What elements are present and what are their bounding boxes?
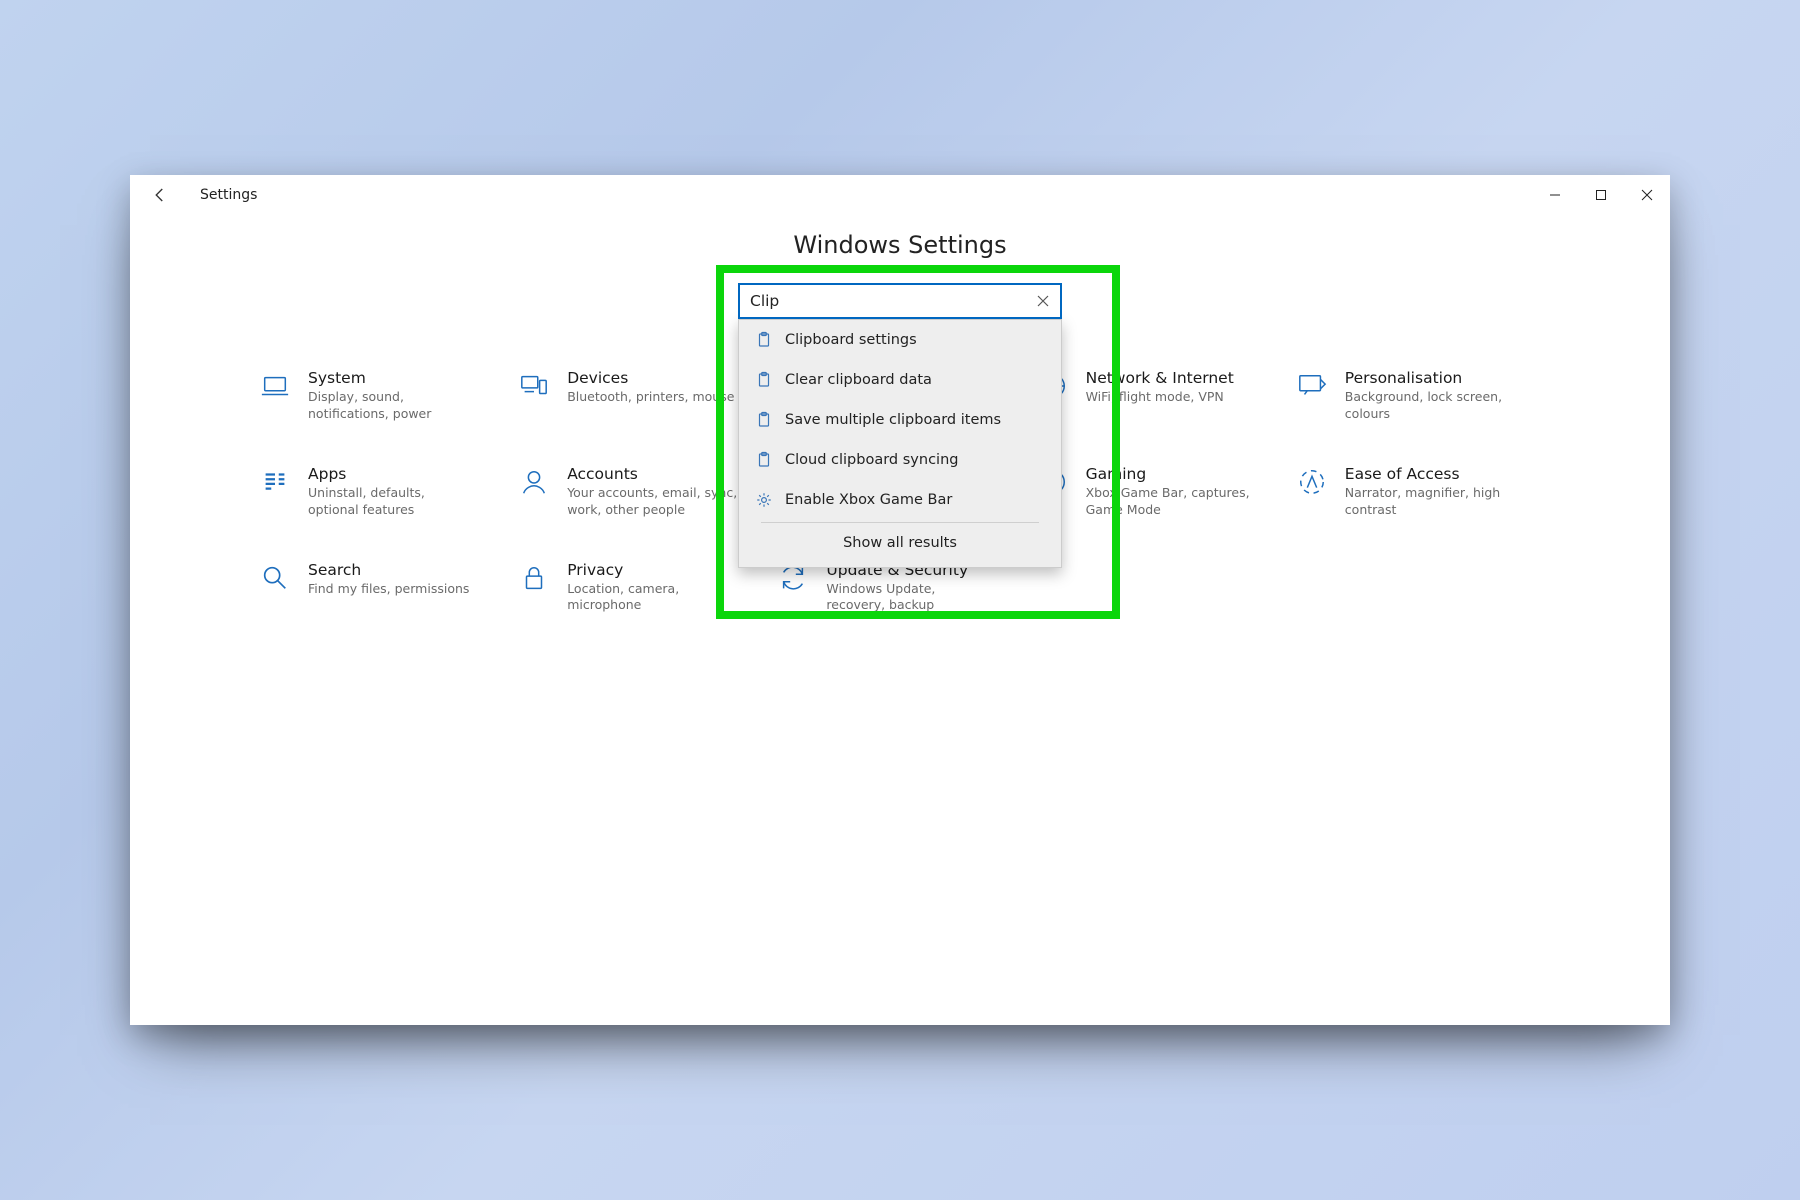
suggestion-item[interactable]: Save multiple clipboard items — [739, 400, 1061, 440]
category-desc: Find my files, permissions — [308, 581, 469, 598]
brush-icon — [1297, 371, 1327, 401]
category-search[interactable]: Search Find my files, permissions — [260, 561, 503, 615]
category-desc: Your accounts, email, sync, work, other … — [567, 485, 737, 519]
category-title: System — [308, 369, 478, 387]
suggestion-item[interactable]: Enable Xbox Game Bar — [739, 480, 1061, 520]
search-suggestions: Clipboard settings Clear clipboard data … — [738, 319, 1062, 568]
clear-search-button[interactable] — [1030, 288, 1056, 314]
category-personalisation[interactable]: Personalisation Background, lock screen,… — [1297, 369, 1540, 423]
window-controls — [1532, 175, 1670, 215]
category-desc: Location, camera, microphone — [567, 581, 737, 615]
show-all-results[interactable]: Show all results — [739, 523, 1061, 565]
category-desc: Bluetooth, printers, mouse — [567, 389, 734, 406]
search-input[interactable] — [738, 283, 1062, 319]
page-title: Windows Settings — [793, 231, 1006, 259]
back-button[interactable] — [144, 179, 176, 211]
suggestion-label: Clipboard settings — [785, 332, 917, 348]
category-apps[interactable]: Apps Uninstall, defaults, optional featu… — [260, 465, 503, 519]
category-title: Accounts — [567, 465, 737, 483]
suggestion-label: Cloud clipboard syncing — [785, 452, 958, 468]
category-desc: Windows Update, recovery, backup — [826, 581, 996, 615]
person-icon — [519, 467, 549, 497]
apps-icon — [260, 467, 290, 497]
clipboard-icon — [755, 411, 773, 429]
category-title: Network & Internet — [1086, 369, 1234, 387]
gear-icon — [755, 491, 773, 509]
category-system[interactable]: System Display, sound, notifications, po… — [260, 369, 503, 423]
lock-icon — [519, 563, 549, 593]
category-title: Search — [308, 561, 469, 579]
settings-window: Settings Windows Settings — [130, 175, 1670, 1025]
search-area: Clipboard settings Clear clipboard data … — [738, 283, 1062, 319]
category-gaming[interactable]: Gaming Xbox Game Bar, captures, Game Mod… — [1038, 465, 1281, 519]
category-title: Privacy — [567, 561, 737, 579]
category-desc: Display, sound, notifications, power — [308, 389, 478, 423]
magnifier-icon — [260, 563, 290, 593]
category-title: Ease of Access — [1345, 465, 1515, 483]
minimize-button[interactable] — [1532, 175, 1578, 215]
category-title: Gaming — [1086, 465, 1256, 483]
category-desc: Xbox Game Bar, captures, Game Mode — [1086, 485, 1256, 519]
category-desc: Uninstall, defaults, optional features — [308, 485, 478, 519]
suggestion-item[interactable]: Clipboard settings — [739, 320, 1061, 360]
suggestion-label: Clear clipboard data — [785, 372, 932, 388]
category-desc: WiFi, flight mode, VPN — [1086, 389, 1234, 406]
category-privacy[interactable]: Privacy Location, camera, microphone — [519, 561, 762, 615]
suggestion-label: Enable Xbox Game Bar — [785, 492, 952, 508]
category-network[interactable]: Network & Internet WiFi, flight mode, VP… — [1038, 369, 1281, 423]
category-title: Apps — [308, 465, 478, 483]
maximize-button[interactable] — [1578, 175, 1624, 215]
category-accounts[interactable]: Accounts Your accounts, email, sync, wor… — [519, 465, 762, 519]
close-button[interactable] — [1624, 175, 1670, 215]
category-ease-of-access[interactable]: Ease of Access Narrator, magnifier, high… — [1297, 465, 1540, 519]
suggestion-item[interactable]: Clear clipboard data — [739, 360, 1061, 400]
titlebar: Settings — [130, 175, 1670, 215]
content-area: Windows Settings Clipboard settings Clea… — [130, 215, 1670, 1025]
ease-icon — [1297, 467, 1327, 497]
category-title: Personalisation — [1345, 369, 1515, 387]
clipboard-icon — [755, 371, 773, 389]
category-title: Devices — [567, 369, 734, 387]
category-desc: Background, lock screen, colours — [1345, 389, 1515, 423]
category-update-security[interactable]: Update & Security Windows Update, recove… — [778, 561, 1021, 615]
category-desc: Narrator, magnifier, high contrast — [1345, 485, 1515, 519]
suggestion-label: Save multiple clipboard items — [785, 412, 1001, 428]
suggestion-item[interactable]: Cloud clipboard syncing — [739, 440, 1061, 480]
clipboard-icon — [755, 451, 773, 469]
devices-icon — [519, 371, 549, 401]
window-title: Settings — [200, 187, 257, 203]
clipboard-icon — [755, 331, 773, 349]
category-devices[interactable]: Devices Bluetooth, printers, mouse — [519, 369, 762, 423]
laptop-icon — [260, 371, 290, 401]
